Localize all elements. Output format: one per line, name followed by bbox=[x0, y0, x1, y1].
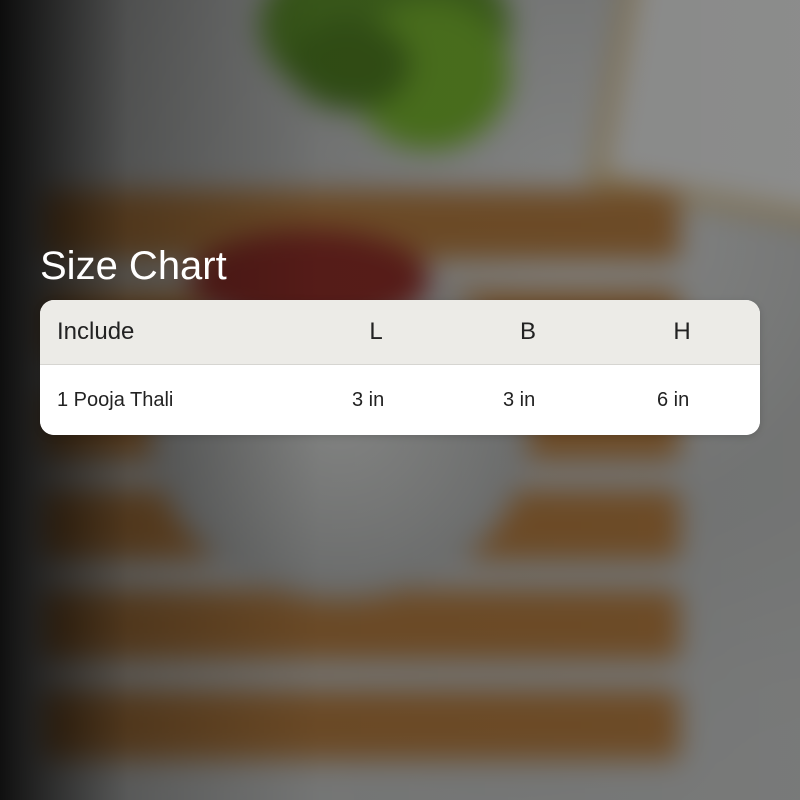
height-cell: 6 in bbox=[657, 388, 690, 411]
item-name-cell: 1 Pooja Thali bbox=[57, 388, 174, 411]
table-header-row: Include L B H bbox=[40, 300, 760, 365]
table-row: 1 Pooja Thali 3 in 3 in 6 in bbox=[40, 365, 760, 435]
length-cell: 3 in bbox=[352, 388, 385, 411]
header-height: H bbox=[673, 318, 691, 345]
header-length: L bbox=[369, 318, 383, 345]
size-chart-title: Size Chart bbox=[40, 244, 227, 288]
header-include: Include bbox=[57, 318, 135, 345]
header-breadth: B bbox=[519, 318, 536, 345]
breadth-cell: 3 in bbox=[503, 388, 536, 411]
size-chart-table: Include L B H 1 Pooja Thali 3 in 3 in 6 … bbox=[40, 300, 760, 435]
